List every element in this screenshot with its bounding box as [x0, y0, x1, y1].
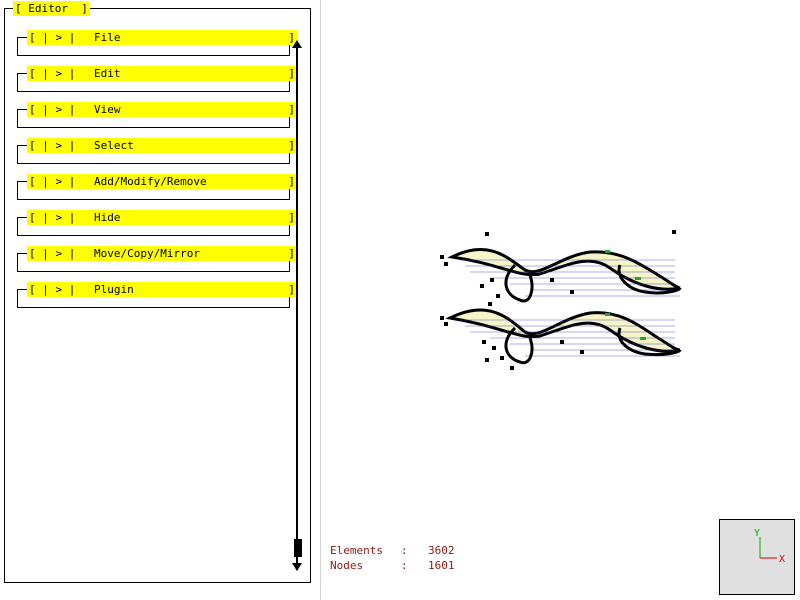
menu-item-view-label: View — [94, 103, 121, 116]
nodes-label: Nodes — [330, 559, 364, 572]
editor-title: [ Editor ] — [13, 1, 90, 16]
menu-item-file-label: File — [94, 31, 121, 44]
menu-item-move-copy-mirror[interactable]: [ | > | Move/Copy/Mirror ] — [17, 246, 297, 272]
elements-value: 3602 — [428, 544, 455, 557]
mesh-viewport[interactable] — [430, 220, 700, 380]
x-axis-label: X — [779, 554, 785, 565]
y-axis-label: Y — [754, 528, 760, 539]
menu-label[interactable]: [ | > | Add/Modify/Remove ] — [27, 174, 297, 189]
menu-item-view[interactable]: [ | > | View ] — [17, 102, 297, 128]
menu-bracket: ] — [288, 67, 295, 80]
menu-bracket: ] — [288, 283, 295, 296]
menu-bracket: [ | > | — [29, 67, 76, 80]
elements-label: Elements — [330, 544, 383, 557]
elements-separator: : — [401, 544, 408, 557]
axis-indicator: Y X — [719, 519, 795, 595]
menu-bracket: [ | > | — [29, 247, 76, 260]
mesh-stats: Elements : 3602 Nodes : 1601 — [330, 543, 530, 573]
scrollbar-track[interactable] — [296, 43, 298, 570]
menu-label[interactable]: [ | > | Move/Copy/Mirror ] — [27, 246, 297, 261]
nodes-value: 1601 — [428, 559, 455, 572]
scroll-up-arrow-icon[interactable] — [292, 40, 302, 48]
menu-bracket: ] — [288, 247, 295, 260]
menu-item-select[interactable]: [ | > | Select ] — [17, 138, 297, 164]
menu-bracket: [ | > | — [29, 103, 76, 116]
menu-label[interactable]: [ | > | Select ] — [27, 138, 297, 153]
menu-bracket: ] — [288, 175, 295, 188]
menu-bracket: [ | > | — [29, 211, 76, 224]
scrollbar-thumb[interactable] — [294, 539, 302, 557]
menu-item-hide-label: Hide — [94, 211, 121, 224]
menu-item-hide[interactable]: [ | > | Hide ] — [17, 210, 297, 236]
menu-bracket: [ | > | — [29, 283, 76, 296]
mesh-surface — [445, 248, 682, 365]
panel-divider[interactable] — [320, 0, 321, 600]
menu-label[interactable]: [ | > | Edit ] — [27, 66, 297, 81]
menu-item-file[interactable]: [ | > | File ] — [17, 30, 297, 56]
menu-item-edit[interactable]: [ | > | Edit ] — [17, 66, 297, 92]
menu-bracket: [ | > | — [29, 139, 76, 152]
menu-item-edit-label: Edit — [94, 67, 121, 80]
nodes-separator: : — [401, 559, 408, 572]
menu-bracket: ] — [288, 103, 295, 116]
editor-panel: [ Editor ] [ | > | File ] [ | > | Edit ]… — [0, 0, 320, 600]
menu-bracket: [ | > | — [29, 175, 76, 188]
menu-label[interactable]: [ | > | Hide ] — [27, 210, 297, 225]
menu-bracket: [ | > | — [29, 31, 76, 44]
menu-bracket: ] — [288, 139, 295, 152]
menu-label[interactable]: [ | > | View ] — [27, 102, 297, 117]
menu-label[interactable]: [ | > | Plugin ] — [27, 282, 297, 297]
axis-triad-icon: Y X — [754, 528, 785, 565]
scroll-down-arrow-icon[interactable] — [292, 563, 302, 571]
menu-item-add-modify-remove-label: Add/Modify/Remove — [94, 175, 207, 188]
menu-item-plugin[interactable]: [ | > | Plugin ] — [17, 282, 297, 308]
elements-row: Elements : 3602 — [330, 543, 530, 558]
menu-item-move-copy-mirror-label: Move/Copy/Mirror — [94, 247, 200, 260]
menu-label[interactable]: [ | > | File ] — [27, 30, 297, 45]
nodes-row: Nodes : 1601 — [330, 558, 530, 573]
menu-item-plugin-label: Plugin — [94, 283, 134, 296]
menu-item-add-modify-remove[interactable]: [ | > | Add/Modify/Remove ] — [17, 174, 297, 200]
menu-bracket: ] — [288, 211, 295, 224]
menu-item-select-label: Select — [94, 139, 134, 152]
